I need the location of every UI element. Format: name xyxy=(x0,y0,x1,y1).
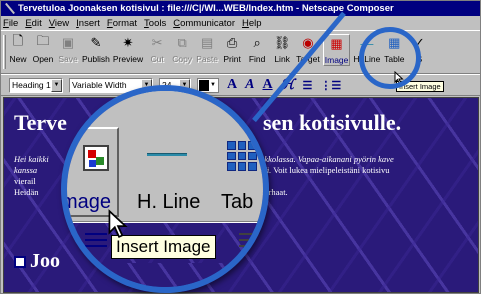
para-line1-end: in Kokkolassa. Vapaa-aikanani pyörin kav… xyxy=(245,154,394,164)
link-icon: ⛓ xyxy=(273,35,291,50)
image-icon: ▦ xyxy=(330,36,343,51)
composer-window: Tervetuloa Joonaksen kotisivul : file://… xyxy=(0,0,481,294)
new-page-icon: 🗋 xyxy=(12,33,24,48)
para-line2-start: kanssa xyxy=(14,165,38,175)
second-heading: Joo xyxy=(14,250,60,273)
open-button[interactable]: 🗀 Open xyxy=(32,33,54,64)
para-line3: vierail xyxy=(14,176,36,186)
para-line4-start: Heidän xyxy=(14,187,39,197)
composer-app-icon[interactable] xyxy=(4,3,15,14)
menu-format[interactable]: Format xyxy=(107,18,137,29)
menu-communicator[interactable]: Communicator xyxy=(173,18,235,29)
new-button[interactable]: 🗋 New xyxy=(7,33,29,64)
para-line1-start: Hei kaikki xyxy=(14,154,49,164)
text-color-swatch xyxy=(199,79,209,91)
toolbar-grip[interactable] xyxy=(3,35,6,69)
underline-button[interactable]: A xyxy=(262,77,272,93)
second-heading-text: Joo xyxy=(30,250,60,272)
bullet-list-icon[interactable]: ☰ xyxy=(302,79,312,92)
find-button[interactable]: ⌕ Find xyxy=(246,34,268,64)
magnified-image-icon xyxy=(83,145,109,171)
print-icon: ⎙ xyxy=(226,35,238,50)
zoom-magnifier: mage H. Line Tab Insert Image xyxy=(61,85,269,293)
paste-button[interactable]: ▤ Paste xyxy=(196,34,218,64)
magnified-cursor-icon xyxy=(108,209,128,239)
preview-button[interactable]: ✷ Preview xyxy=(113,34,143,64)
menu-tools[interactable]: Tools xyxy=(144,18,166,29)
image-button[interactable]: ▦ Image xyxy=(322,34,351,66)
link-button[interactable]: ⛓ Link xyxy=(271,34,293,64)
page-heading-start: Terve xyxy=(14,110,67,135)
window-title: Tervetuloa Joonaksen kotisivul : file://… xyxy=(18,3,394,14)
copy-icon: ⧉ xyxy=(177,35,187,50)
magnified-table-icon xyxy=(227,141,257,171)
menu-view[interactable]: View xyxy=(49,18,69,29)
magnified-align-icon xyxy=(239,233,259,251)
menu-help[interactable]: Help xyxy=(242,18,262,29)
menu-file[interactable]: File xyxy=(3,18,18,29)
publish-button[interactable]: ✎ Publish xyxy=(82,34,110,64)
find-icon: ⌕ xyxy=(253,35,261,50)
save-button[interactable]: ▣ Save xyxy=(57,34,79,64)
print-button[interactable]: ⎙ Print xyxy=(221,34,243,64)
magnified-image-label: mage xyxy=(61,191,112,213)
preview-icon: ✷ xyxy=(122,35,134,50)
zoom-highlight-ring xyxy=(359,27,421,89)
publish-icon: ✎ xyxy=(90,35,102,50)
paragraph-style-select[interactable]: Heading 1 ▼ xyxy=(9,77,63,93)
open-folder-icon: 🗀 xyxy=(36,33,50,48)
magnified-hline-label: H. Line xyxy=(137,191,201,213)
title-bar[interactable]: Tervetuloa Joonaksen kotisivul : file://… xyxy=(1,1,480,16)
menu-edit[interactable]: Edit xyxy=(25,18,41,29)
paragraph-style-value: Heading 1 xyxy=(12,80,51,90)
font-value: Variable Width xyxy=(72,80,127,90)
magnified-list-icon xyxy=(85,233,107,251)
save-icon: ▣ xyxy=(61,35,75,50)
magnified-top-area xyxy=(67,91,263,125)
copy-button[interactable]: ⧉ Copy xyxy=(171,34,193,64)
paste-icon: ▤ xyxy=(200,35,214,50)
numbered-list-icon[interactable]: ⋮☰ xyxy=(320,79,341,92)
magnified-table-label: Tab xyxy=(221,191,254,213)
menu-insert[interactable]: Insert xyxy=(76,18,100,29)
page-heading-end: sen kotisivulle. xyxy=(262,110,402,135)
para-line2-end: Voit lukea mielipeleistäni kotisivu xyxy=(271,165,390,175)
magnified-toolbar-separator xyxy=(67,221,263,223)
cut-button[interactable]: ✂ Cut xyxy=(146,34,168,64)
magnified-hline-icon xyxy=(147,153,187,156)
chevron-down-icon[interactable]: ▼ xyxy=(51,78,62,92)
anchor-marker-icon xyxy=(14,255,26,268)
menu-bar: File Edit View Insert Format Tools Commu… xyxy=(1,16,480,30)
cut-icon: ✂ xyxy=(151,35,163,50)
chevron-down-icon: ▼ xyxy=(210,82,216,88)
